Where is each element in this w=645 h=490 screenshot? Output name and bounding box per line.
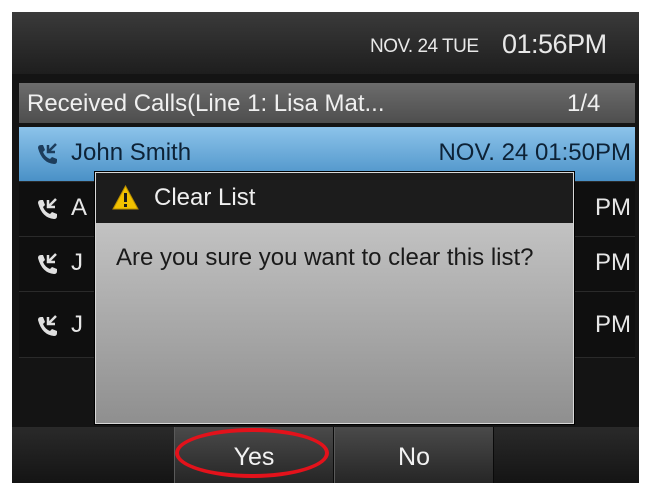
received-call-icon [38, 253, 57, 274]
dialog-message: Are you sure you want to clear this list… [116, 244, 534, 271]
status-time: 01:56PM [502, 29, 607, 59]
warning-icon [112, 185, 139, 210]
dialog-header: Clear List [96, 173, 573, 223]
received-call-icon [38, 143, 57, 164]
list-title: Received Calls(Line 1: Lisa Mat... [27, 90, 385, 117]
no-button[interactable]: No [334, 427, 494, 483]
page-indicator: 1/4 [567, 90, 601, 117]
caller-name: J [71, 311, 83, 338]
clear-list-dialog: Clear List Are you sure you want to clea… [95, 172, 574, 424]
status-date: NOV. 24 TUE [370, 36, 479, 57]
call-time: PM [595, 311, 631, 338]
call-time: PM [595, 194, 631, 221]
received-call-icon [38, 198, 57, 219]
call-time: PM [595, 249, 631, 276]
dialog-title: Clear List [154, 184, 256, 211]
phone-screen: NOV. 24 TUE 01:56PM Received Calls(Line … [12, 12, 639, 483]
status-bar: NOV. 24 TUE 01:56PM [12, 12, 639, 74]
caller-name: John Smith [71, 139, 192, 166]
list-header: Received Calls(Line 1: Lisa Mat... 1/4 [19, 83, 635, 123]
caller-name: J [71, 249, 83, 276]
received-call-icon [38, 315, 57, 336]
highlight-ellipse [175, 428, 329, 478]
call-time: NOV. 24 01:50PM [438, 139, 631, 166]
caller-name: A [71, 194, 88, 221]
